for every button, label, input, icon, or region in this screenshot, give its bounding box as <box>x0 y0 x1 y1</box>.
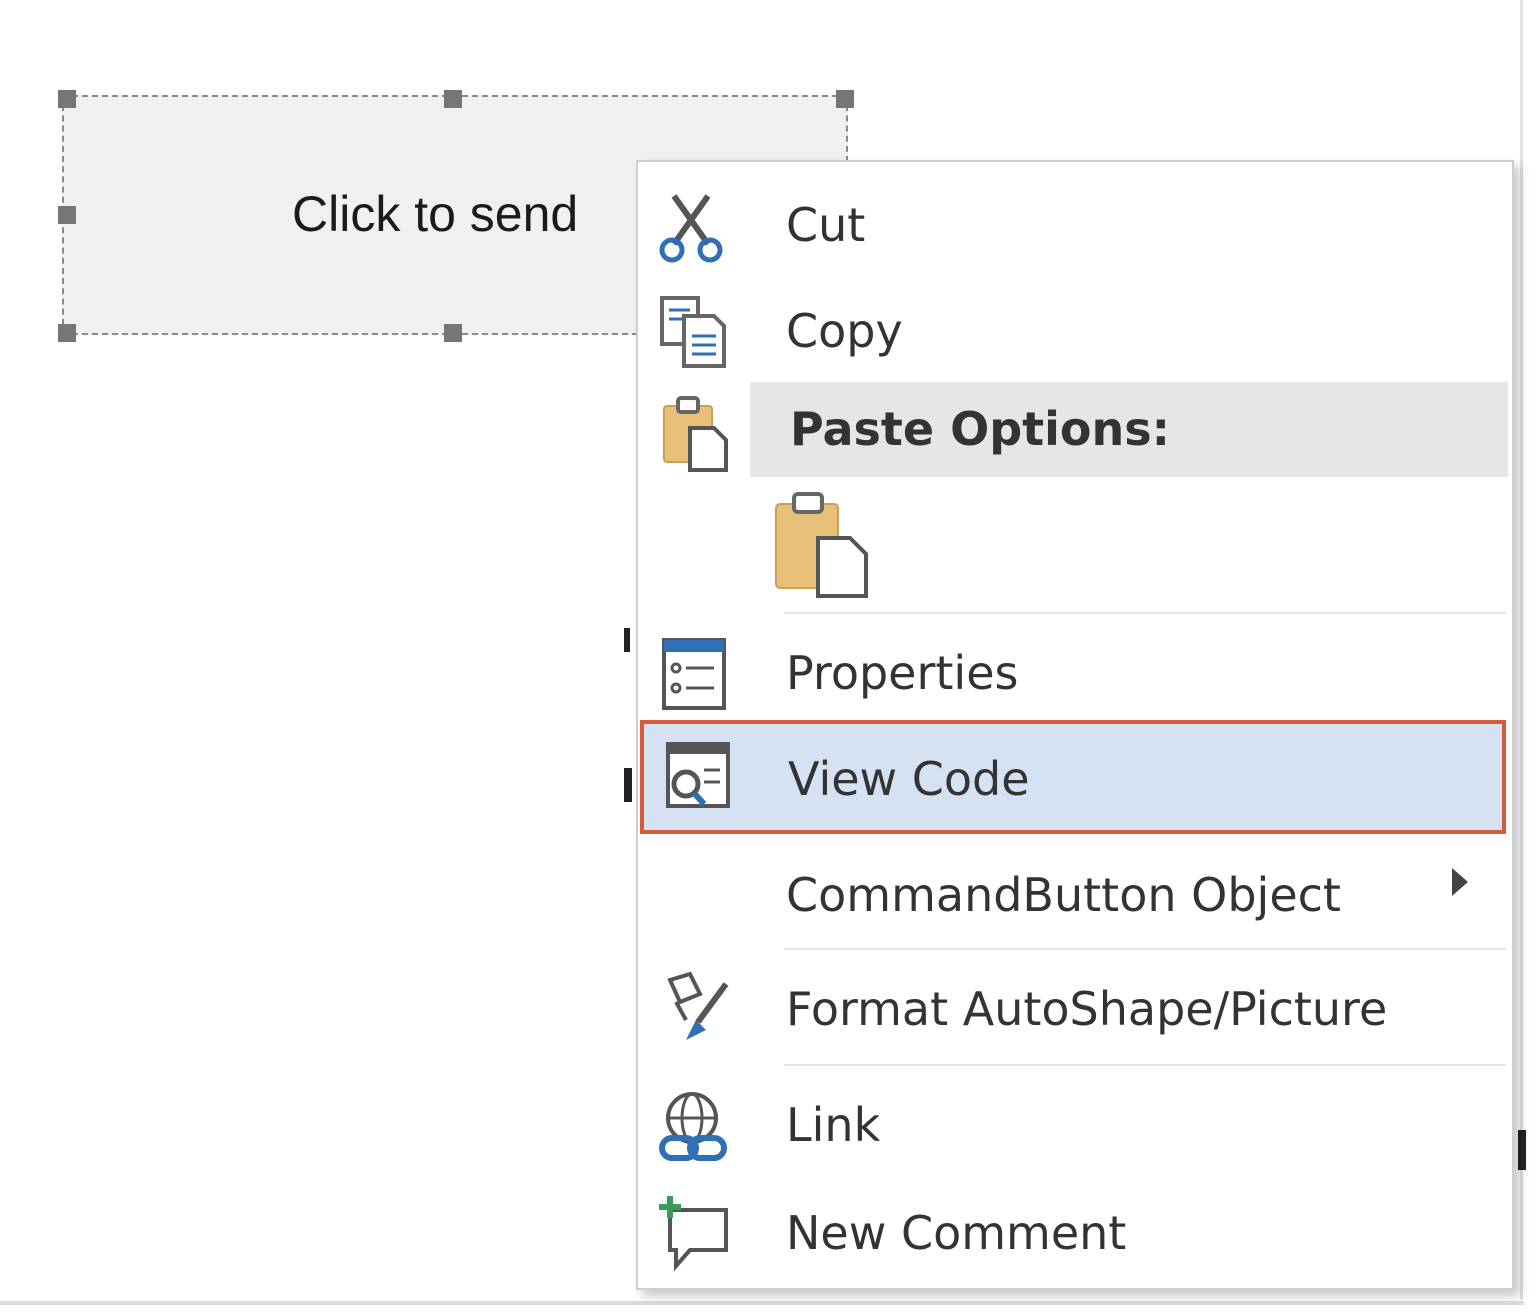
command-button-caption: Click to send <box>292 186 579 242</box>
resize-handle-top-middle[interactable] <box>444 90 462 108</box>
menu-label-format-autoshape: Format AutoShape/Picture <box>786 982 1388 1036</box>
menu-label-view-code: View Code <box>788 752 1030 806</box>
menu-item-copy[interactable]: Copy <box>638 286 1512 376</box>
paste-keep-source-icon <box>775 492 868 598</box>
menu-item-format-autoshape[interactable]: Format AutoShape/Picture <box>638 964 1512 1054</box>
context-menu: Cut Copy Paste Options: Properties View … <box>636 160 1514 1290</box>
menu-separator <box>784 948 1506 950</box>
resize-handle-top-right[interactable] <box>836 90 854 108</box>
resize-handle-middle-left[interactable] <box>58 206 76 224</box>
menu-item-view-code[interactable]: View Code <box>640 720 1506 834</box>
properties-icon <box>656 634 736 714</box>
paste-keep-source-button[interactable] <box>768 490 878 600</box>
scissors-icon <box>656 186 736 266</box>
background-text-fragment <box>624 628 630 652</box>
link-globe-icon <box>656 1086 736 1166</box>
menu-label-new-comment: New Comment <box>786 1206 1127 1260</box>
menu-label-properties: Properties <box>786 646 1019 700</box>
page-edge-bottom <box>0 1301 1524 1305</box>
new-comment-icon <box>656 1194 736 1274</box>
background-text-fragment <box>624 768 632 802</box>
view-code-icon <box>658 738 738 818</box>
menu-separator <box>784 612 1506 614</box>
format-painter-icon <box>656 970 736 1050</box>
menu-label-link: Link <box>786 1098 881 1152</box>
menu-label-commandbutton-object: CommandButton Object <box>786 868 1341 922</box>
copy-icon <box>656 292 736 372</box>
resize-handle-top-left[interactable] <box>58 90 76 108</box>
menu-item-link[interactable]: Link <box>638 1080 1512 1170</box>
paste-options-header: Paste Options: <box>750 382 1508 477</box>
resize-handle-bottom-left[interactable] <box>58 324 76 342</box>
page-edge-right <box>1520 0 1523 1300</box>
menu-item-cut[interactable]: Cut <box>638 180 1512 270</box>
menu-label-copy: Copy <box>786 304 903 358</box>
menu-label-cut: Cut <box>786 198 866 252</box>
menu-item-commandbutton-object[interactable]: CommandButton Object <box>638 850 1512 940</box>
resize-handle-bottom-middle[interactable] <box>444 324 462 342</box>
menu-item-new-comment[interactable]: New Comment <box>638 1188 1512 1278</box>
menu-item-properties[interactable]: Properties <box>638 628 1512 718</box>
menu-separator <box>784 1064 1506 1066</box>
clipboard-icon <box>656 392 736 472</box>
menu-label-paste-options: Paste Options: <box>790 402 1171 456</box>
submenu-arrow-icon <box>1452 868 1468 896</box>
background-text-fragment <box>1518 1130 1526 1170</box>
